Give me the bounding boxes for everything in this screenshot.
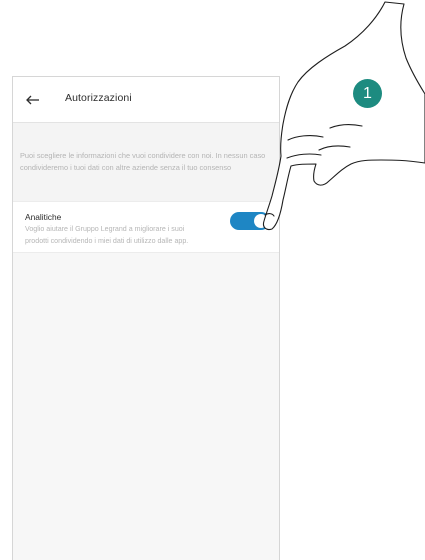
back-button[interactable] — [25, 90, 41, 110]
toggle-knob — [254, 214, 268, 228]
analytics-setting: Analitiche Voglio aiutare il Gruppo Legr… — [13, 201, 279, 253]
intro-text: Puoi scegliere le informazioni che vuoi … — [20, 151, 266, 172]
phone-screen: Autorizzazioni Puoi scegliere le informa… — [12, 76, 280, 560]
arrow-left-icon — [26, 95, 39, 105]
step-number-badge: 1 — [353, 79, 382, 108]
intro-section: Puoi scegliere le informazioni che vuoi … — [13, 123, 279, 201]
analytics-description: Voglio aiutare il Gruppo Legrand a migli… — [25, 225, 189, 245]
app-header: Autorizzazioni — [13, 77, 279, 123]
permissions-content: Puoi scegliere le informazioni che vuoi … — [13, 123, 279, 560]
analytics-toggle[interactable] — [230, 212, 270, 230]
instruction-canvas: Autorizzazioni Puoi scegliere le informa… — [0, 0, 425, 560]
analytics-title: Analitiche — [25, 212, 62, 222]
page-title: Autorizzazioni — [65, 92, 132, 104]
